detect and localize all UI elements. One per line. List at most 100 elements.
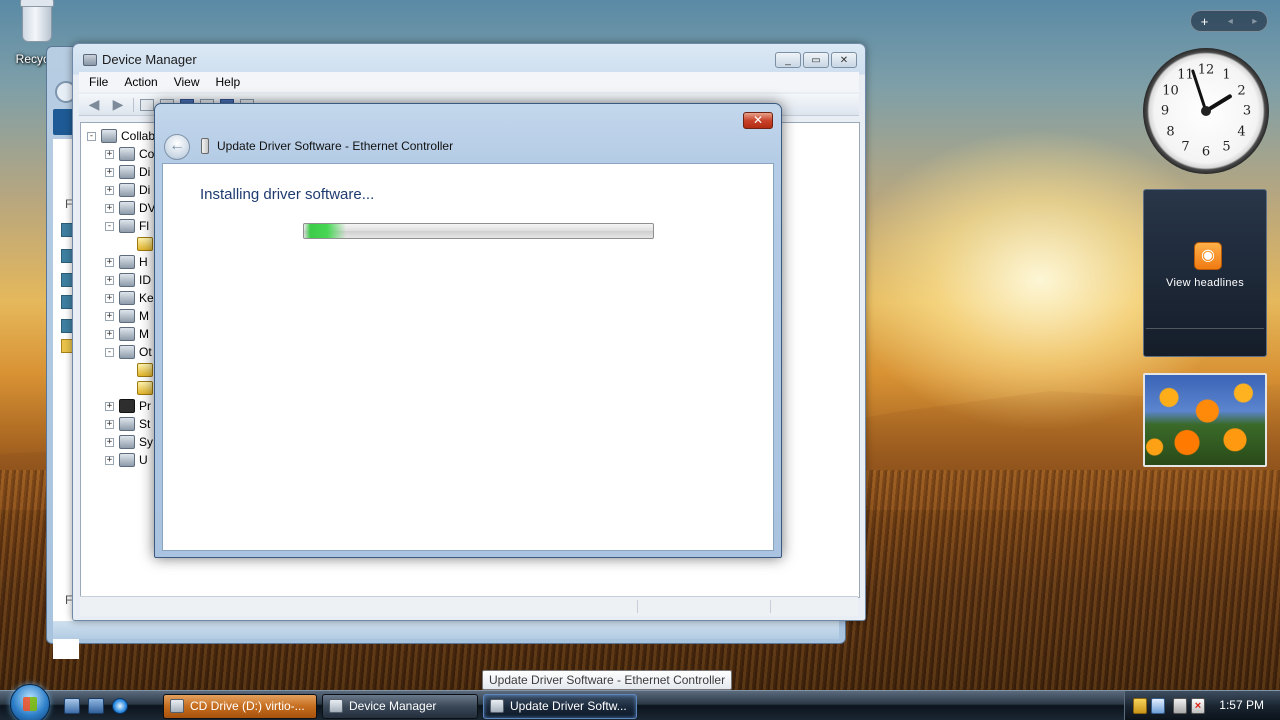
tree-node[interactable]: + Di	[87, 181, 157, 199]
tree-node[interactable]: + DV	[87, 199, 157, 217]
menu-action[interactable]: Action	[124, 75, 157, 89]
collapse-icon[interactable]: -	[87, 131, 96, 141]
tree-node[interactable]: + ID	[87, 271, 157, 289]
properties-icon[interactable]	[140, 98, 154, 111]
tree-child[interactable]	[87, 379, 157, 397]
tree-node-label: Di	[139, 165, 151, 179]
switch-windows-icon[interactable]	[88, 698, 104, 714]
menu-bar: File Action View Help	[79, 72, 859, 92]
tree-node[interactable]: + Pr	[87, 397, 157, 415]
clock-gadget[interactable]: 11 10 9 8 7 6 5 4 3 2 1 12	[1143, 48, 1269, 174]
expand-icon[interactable]: +	[105, 275, 114, 285]
collapse-icon[interactable]: -	[105, 347, 114, 357]
menu-view[interactable]: View	[174, 75, 200, 89]
tree-node-label: Ke	[139, 291, 154, 305]
add-gadget-button[interactable]: +	[1201, 14, 1209, 29]
expand-icon[interactable]: +	[105, 311, 114, 321]
usb-device-icon	[490, 699, 504, 713]
tree-node[interactable]: + Di	[87, 163, 157, 181]
tree-root[interactable]: - Collab	[87, 127, 157, 145]
tree-node[interactable]: + U	[87, 451, 157, 469]
menu-help[interactable]: Help	[216, 75, 241, 89]
taskbar-button-device-manager[interactable]: Device Manager	[322, 694, 478, 719]
tree-node-label: M	[139, 309, 149, 323]
expand-icon[interactable]: +	[105, 185, 114, 195]
cd-drive-icon	[170, 699, 184, 713]
device-manager-icon	[329, 699, 343, 713]
computer-icon	[101, 129, 117, 143]
tree-node[interactable]: + Sy	[87, 433, 157, 451]
tree-node[interactable]: + H	[87, 253, 157, 271]
processor-icon	[119, 399, 135, 413]
install-progress-bar	[303, 223, 654, 239]
clock-time[interactable]: 1:57 PM	[1219, 698, 1264, 712]
tree-node[interactable]: + Co	[87, 145, 157, 163]
show-desktop-icon[interactable]	[64, 698, 80, 714]
dvd-drive-icon	[119, 201, 135, 215]
taskbar-button-update-driver[interactable]: Update Driver Softw...	[483, 694, 637, 719]
monitor-icon	[119, 327, 135, 341]
clock-numeral: 3	[1242, 103, 1252, 119]
maximize-button[interactable]: ▭	[803, 52, 829, 68]
back-arrow-button[interactable]: ←	[164, 134, 190, 160]
tree-node[interactable]: - Ot	[87, 343, 157, 361]
collapse-icon[interactable]: -	[105, 221, 114, 231]
gadget-divider	[1146, 328, 1264, 329]
tree-child[interactable]	[87, 235, 157, 253]
tree-node[interactable]: + M	[87, 307, 157, 325]
tree-node[interactable]: + M	[87, 325, 157, 343]
expand-icon[interactable]: +	[105, 401, 114, 411]
close-button[interactable]: ✕	[831, 52, 857, 68]
clock-numeral: 9	[1160, 103, 1170, 119]
back-arrow-icon[interactable]: ◀	[85, 96, 103, 112]
network-icon[interactable]	[1173, 698, 1187, 714]
caption-buttons: _ ▭ ✕	[775, 52, 857, 68]
next-gadget-page-button[interactable]: ▸	[1252, 16, 1257, 27]
expand-icon[interactable]: +	[105, 167, 114, 177]
start-button[interactable]	[10, 684, 50, 720]
expand-icon[interactable]: +	[105, 293, 114, 303]
dialog-close-button[interactable]: ✕	[743, 112, 773, 129]
expand-icon[interactable]: +	[105, 419, 114, 429]
tree-child[interactable]	[87, 361, 157, 379]
forward-arrow-icon[interactable]: ▶	[109, 96, 127, 112]
taskbar-button-label: Device Manager	[349, 699, 437, 713]
clock-numeral: 8	[1166, 124, 1175, 139]
system-devices-icon	[119, 435, 135, 449]
expand-icon[interactable]: +	[105, 455, 114, 465]
expand-icon[interactable]: +	[105, 149, 114, 159]
clock-numeral: 1	[1222, 67, 1231, 83]
tree-node-label: Ot	[139, 345, 152, 359]
tree-node[interactable]: + Ke	[87, 289, 157, 307]
minimize-button[interactable]: _	[775, 52, 801, 68]
tree-node-label: H	[139, 255, 148, 269]
toolbar-separator	[133, 97, 134, 112]
view-headlines-link[interactable]: View headlines	[1144, 277, 1266, 289]
clock-numeral: 10	[1162, 83, 1179, 98]
usb-controller-icon	[119, 453, 135, 467]
security-shield-icon[interactable]	[1133, 698, 1147, 714]
slideshow-gadget[interactable]	[1143, 373, 1267, 467]
menu-file[interactable]: File	[89, 75, 108, 89]
windows-update-icon[interactable]	[1151, 698, 1165, 714]
notification-area: × 1:57 PM	[1124, 691, 1280, 720]
device-tree: - Collab + Co + Di + Di + DV - Fl + H + ID + Ke …	[87, 127, 157, 469]
tree-node[interactable]: - Fl	[87, 217, 157, 235]
tree-node-label: St	[139, 417, 151, 431]
background-status-strip	[53, 621, 839, 639]
expand-icon[interactable]: +	[105, 329, 114, 339]
internet-explorer-icon[interactable]	[112, 698, 128, 714]
update-driver-dialog[interactable]: ✕ ← Update Driver Software - Ethernet Co…	[154, 103, 782, 558]
expand-icon[interactable]: +	[105, 203, 114, 213]
expand-icon[interactable]: +	[105, 437, 114, 447]
clock-numeral: 5	[1222, 139, 1231, 154]
taskbar-button-cd-drive[interactable]: CD Drive (D:) virtio-...	[163, 694, 317, 719]
expand-icon[interactable]: +	[105, 257, 114, 267]
storage-controller-icon	[119, 417, 135, 431]
feed-headlines-gadget[interactable]: ◉ View headlines	[1143, 189, 1267, 357]
previous-gadget-page-button[interactable]: ◂	[1228, 16, 1233, 27]
tree-node-label: Di	[139, 183, 151, 197]
computer-icon	[119, 147, 135, 161]
volume-muted-icon[interactable]: ×	[1191, 698, 1205, 714]
tree-node[interactable]: + St	[87, 415, 157, 433]
